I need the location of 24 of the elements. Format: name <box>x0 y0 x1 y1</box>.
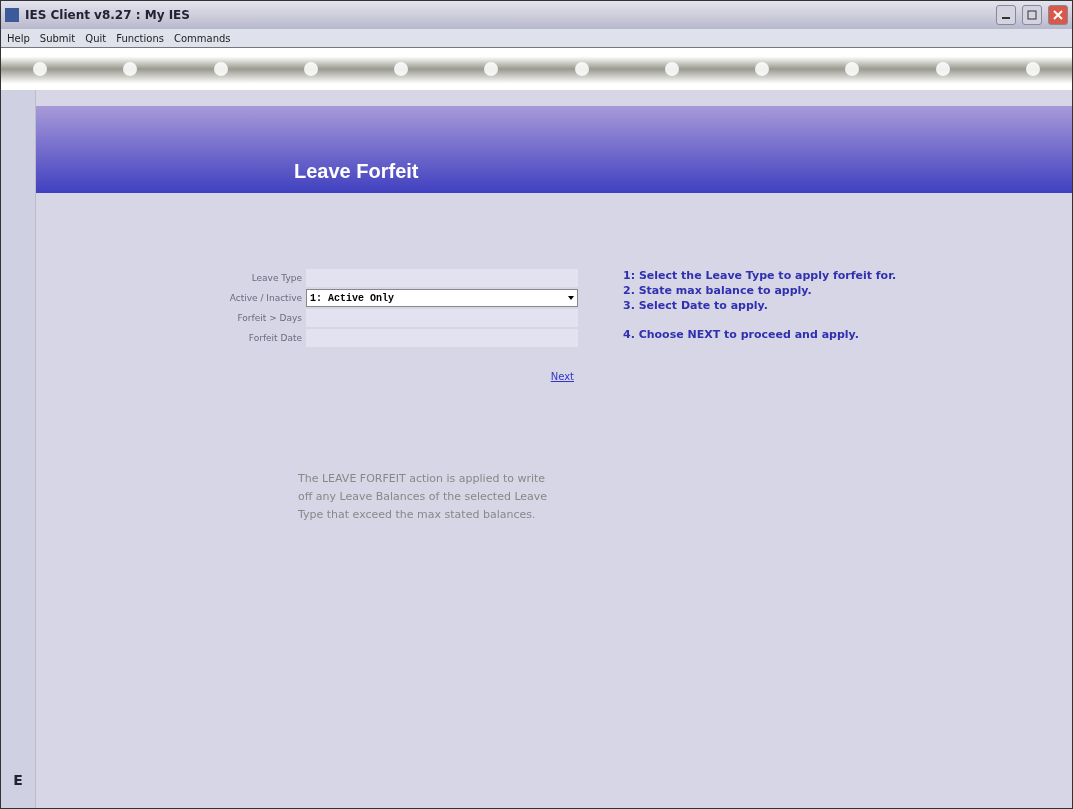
menu-item[interactable]: Help <box>7 32 30 44</box>
description-text: The LEAVE FORFEIT action is applied to write off any Leave Balances of the selected Leave Type that exceed the max stated balances. <box>298 471 549 523</box>
field-label: Forfeit > Days <box>236 312 302 325</box>
instruction-text: 3. Select Date to apply. <box>623 299 769 312</box>
minimize-button[interactable] <box>996 5 1016 25</box>
field-label: Active / Inactive <box>228 292 302 305</box>
maximize-button[interactable] <box>1022 5 1042 25</box>
window-title: IES Client v8.27 : My IES <box>25 8 191 22</box>
dropdown-field[interactable]: 1: Active Only <box>306 289 578 307</box>
app-icon <box>5 8 19 22</box>
maximize-icon <box>1027 10 1037 20</box>
instruction-text: 4. Choose NEXT to proceed and apply. <box>623 328 860 341</box>
instruction-text: 2. State max balance to apply. <box>623 284 813 297</box>
side-label: E <box>13 772 23 788</box>
page-title: Leave Forfeit <box>294 160 419 183</box>
menu-item[interactable]: Submit <box>39 32 76 44</box>
field-label: Leave Type <box>250 272 302 285</box>
next-link[interactable]: Next <box>550 371 574 382</box>
instruction-text: 1: Select the Leave Type to apply forfeit for. <box>623 269 897 282</box>
close-button[interactable] <box>1048 5 1068 25</box>
menu-item[interactable]: Quit <box>85 32 107 44</box>
menu-item[interactable]: Commands <box>173 32 231 44</box>
field-label: Forfeit Date <box>247 332 302 345</box>
menu-item[interactable]: Functions <box>116 32 164 44</box>
